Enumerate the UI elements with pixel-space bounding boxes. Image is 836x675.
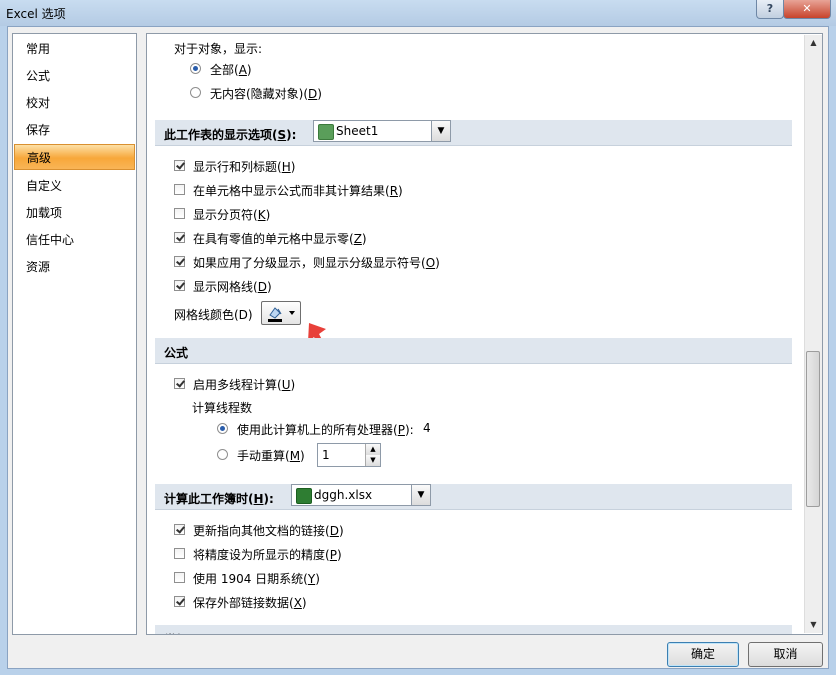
thread-count-label: 计算线程数 [192,401,253,415]
formulas-header: 公式 [155,338,792,364]
calc-workbook-header: 计算此工作簿时(H): [155,484,792,510]
nav-item-advanced[interactable]: 高级 [14,144,135,170]
objects-heading: 对于对象，显示: [174,42,263,56]
use-all-processors-label[interactable]: 使用此计算机上的所有处理器(P): [237,421,414,438]
advanced-options-panel: 对于对象，显示: 全部(A) 无内容(隐藏对象)(D) 此工作表的显示选项(S)… [146,33,823,635]
checkbox-multithread[interactable] [174,378,185,389]
manual-threads-label[interactable]: 手动重算(M) [237,447,305,464]
nav-item-common[interactable]: 常用 [14,36,135,62]
title-bar: Excel 选项 ? ✕ [0,0,836,26]
radio-show-all-label[interactable]: 全部(A) [210,61,252,78]
checkbox-show-page-breaks[interactable] [174,208,185,219]
checkbox-show-gridlines[interactable] [174,280,185,291]
processor-count: 4 [423,421,431,435]
show-gridlines-label[interactable]: 显示网格线(D) [193,278,272,295]
gridline-color-button[interactable] [261,301,301,325]
nav-item-formulas[interactable]: 公式 [14,63,135,89]
nav-item-proofing[interactable]: 校对 [14,90,135,116]
checkbox-1904-dates[interactable] [174,572,185,583]
chevron-down-icon[interactable]: ▼ [431,121,450,141]
checkbox-update-links[interactable] [174,524,185,535]
formulas-title: 公式 [164,346,189,360]
nav-item-save[interactable]: 保存 [14,117,135,143]
scroll-up-icon[interactable]: ▲ [805,35,822,51]
nav-item-addins[interactable]: 加载项 [14,200,135,226]
thread-count-spinner[interactable]: 1 ▲ ▼ [317,443,381,467]
radio-hide-objects-label[interactable]: 无内容(隐藏对象)(D) [210,85,322,102]
workbook-select-value: dggh.xlsx [314,488,373,502]
sheet-icon [318,124,334,140]
general-header: 常规 [155,625,792,634]
show-zero-label[interactable]: 在具有零值的单元格中显示零(Z) [193,230,367,247]
cancel-button[interactable]: 取消 [748,642,823,667]
show-outline-label[interactable]: 如果应用了分级显示，则显示分级显示符号(O) [193,254,440,271]
vertical-scrollbar[interactable]: ▲ ▼ [804,35,822,633]
ok-button[interactable]: 确定 [667,642,739,667]
dates-1904-label[interactable]: 使用 1904 日期系统(Y) [193,570,320,587]
checkbox-show-headers[interactable] [174,160,185,171]
nav-item-resources[interactable]: 资源 [14,254,135,280]
close-button[interactable]: ✕ [783,0,831,19]
radio-show-all[interactable] [190,63,201,74]
precision-label[interactable]: 将精度设为所显示的精度(P) [193,546,342,563]
radio-manual-threads[interactable] [217,449,228,460]
spin-up-icon[interactable]: ▲ [365,444,380,455]
checkbox-show-outline[interactable] [174,256,185,267]
gridline-color-label: 网格线颜色(D) [174,308,253,322]
checkbox-show-zero[interactable] [174,232,185,243]
show-page-breaks-label[interactable]: 显示分页符(K) [193,206,270,223]
window-title: Excel 选项 [6,7,66,21]
scrollbar-thumb[interactable] [806,351,820,507]
calc-workbook-title: 计算此工作簿时(H): [164,492,274,506]
radio-use-all-processors[interactable] [217,423,228,434]
multithread-label[interactable]: 启用多线程计算(U) [193,376,295,393]
sheet-options-header: 此工作表的显示选项(S): [155,120,792,146]
workbook-select[interactable]: dggh.xlsx ▼ [291,484,431,506]
radio-hide-objects[interactable] [190,87,201,98]
general-title: 常规 [164,631,188,634]
nav-item-customize[interactable]: 自定义 [14,173,135,199]
checkbox-save-external[interactable] [174,596,185,607]
update-links-label[interactable]: 更新指向其他文档的链接(D) [193,522,344,539]
sheet-select[interactable]: Sheet1 ▼ [313,120,451,142]
paint-bucket-icon [268,307,295,322]
checkbox-show-formulas[interactable] [174,184,185,195]
show-headers-label[interactable]: 显示行和列标题(H) [193,158,295,175]
category-nav: 常用 公式 校对 保存 高级 自定义 加载项 信任中心 资源 [12,33,137,635]
excel-file-icon [296,488,312,504]
help-button[interactable]: ? [756,0,784,19]
show-formulas-label[interactable]: 在单元格中显示公式而非其计算结果(R) [193,182,403,199]
scroll-down-icon[interactable]: ▼ [805,617,822,633]
thread-count-value[interactable]: 1 [322,448,330,462]
spin-down-icon[interactable]: ▼ [365,455,380,466]
checkbox-precision[interactable] [174,548,185,559]
nav-item-trust-center[interactable]: 信任中心 [14,227,135,253]
chevron-down-icon[interactable]: ▼ [411,485,430,505]
sheet-select-value: Sheet1 [336,124,379,138]
save-external-label[interactable]: 保存外部链接数据(X) [193,594,307,611]
sheet-options-title: 此工作表的显示选项(S): [164,128,297,142]
